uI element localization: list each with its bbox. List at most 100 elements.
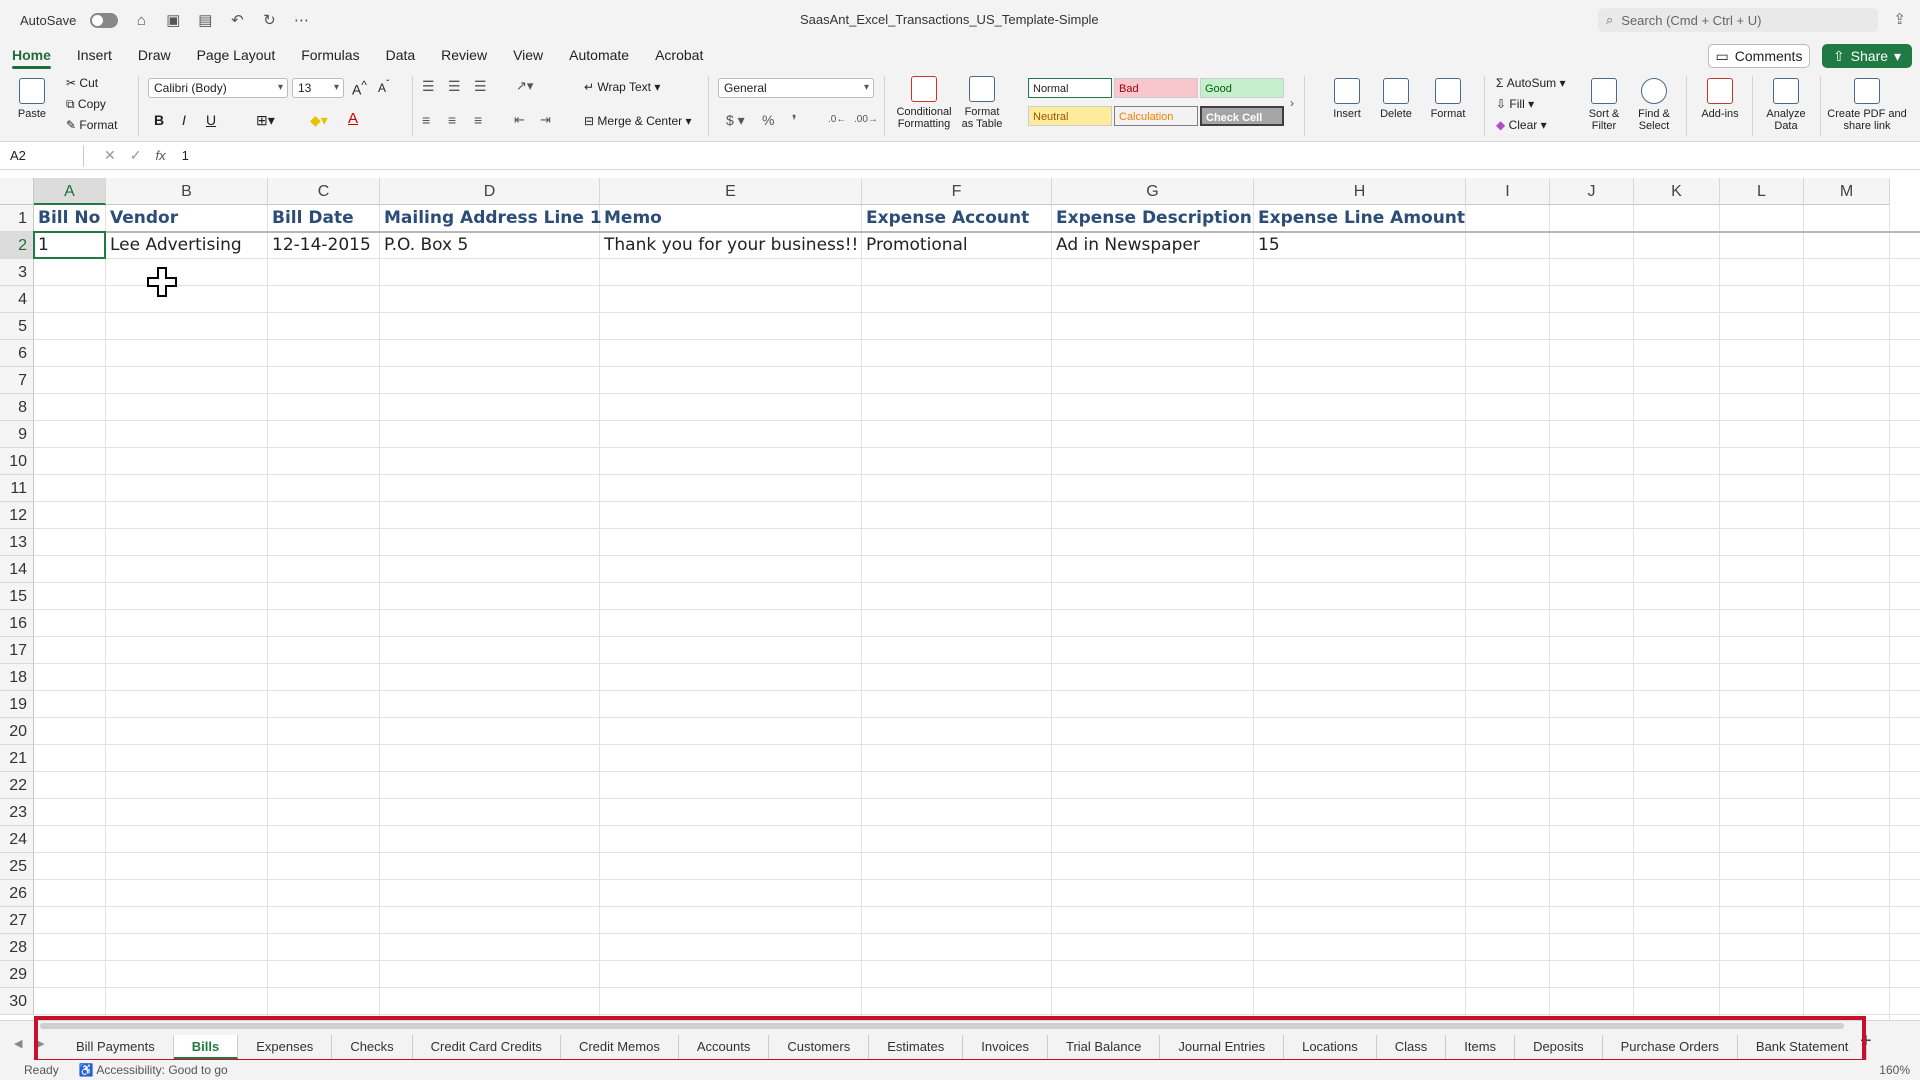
align-top-icon[interactable]: ☰ — [422, 78, 435, 95]
sheet-tab-credit-card-credits[interactable]: Credit Card Credits — [413, 1035, 561, 1059]
bold-button[interactable]: B — [154, 112, 164, 128]
increase-indent-icon[interactable]: ⇥ — [540, 112, 551, 128]
style-bad[interactable]: Bad — [1114, 78, 1198, 98]
column-header-i[interactable]: I — [1466, 178, 1550, 205]
cell-d2[interactable]: P.O. Box 5 — [380, 232, 600, 259]
document-title[interactable]: SaasAnt_Excel_Transactions_US_Template-S… — [800, 12, 1099, 27]
row-header-20[interactable]: 20 — [0, 718, 34, 745]
tab-acrobat[interactable]: Acrobat — [655, 43, 703, 67]
column-header-f[interactable]: F — [862, 178, 1052, 205]
select-all-corner[interactable] — [0, 178, 34, 205]
tab-insert[interactable]: Insert — [77, 43, 112, 67]
header-cell-h1[interactable]: Expense Line Amount — [1254, 205, 1466, 232]
sheet-tab-purchase-orders[interactable]: Purchase Orders — [1603, 1035, 1738, 1059]
borders-icon[interactable]: ⊞▾ — [256, 112, 275, 129]
sheet-tab-deposits[interactable]: Deposits — [1515, 1035, 1603, 1059]
row-header-21[interactable]: 21 — [0, 745, 34, 772]
tab-review[interactable]: Review — [441, 43, 487, 67]
home-icon[interactable]: ⌂ — [132, 12, 150, 29]
format-cells-button[interactable]: Format — [1420, 78, 1476, 120]
increase-decimal-icon[interactable]: .0← — [828, 114, 846, 125]
column-header-b[interactable]: B — [106, 178, 268, 205]
cell-e2[interactable]: Thank you for your business!! — [600, 232, 862, 259]
header-cell-g1[interactable]: Expense Description — [1052, 205, 1254, 232]
align-bottom-icon[interactable]: ☰ — [474, 78, 487, 95]
header-cell-d1[interactable]: Mailing Address Line 1 — [380, 205, 602, 232]
cell-f2[interactable]: Promotional — [862, 232, 1052, 259]
header-cell-e1[interactable]: Memo — [600, 205, 862, 232]
row-header-29[interactable]: 29 — [0, 961, 34, 988]
undo-icon[interactable]: ↶ — [228, 11, 246, 29]
redo-icon[interactable]: ↻ — [260, 11, 278, 29]
sort-filter-button[interactable]: Sort & Filter — [1578, 78, 1630, 132]
autosum-button[interactable]: Σ AutoSum ▾ — [1496, 76, 1565, 90]
header-cell-c1[interactable]: Bill Date — [268, 205, 380, 232]
column-header-k[interactable]: K — [1634, 178, 1720, 205]
search-box[interactable]: ⌕ Search (Cmd + Ctrl + U) — [1598, 8, 1878, 32]
style-check-cell[interactable]: Check Cell — [1200, 106, 1284, 126]
cut-button[interactable]: ✂ Cut — [66, 76, 98, 90]
copy-button[interactable]: ⧉ Copy — [66, 97, 106, 112]
row-header-8[interactable]: 8 — [0, 394, 34, 421]
sheet-tab-bank-statement[interactable]: Bank Statement — [1738, 1035, 1868, 1059]
column-header-a[interactable]: A — [34, 178, 106, 205]
paste-button[interactable]: Paste — [10, 78, 54, 120]
row-header-11[interactable]: 11 — [0, 475, 34, 502]
save-icon[interactable]: ▣ — [164, 11, 182, 29]
row-header-14[interactable]: 14 — [0, 556, 34, 583]
accessibility-status[interactable]: ♿ Accessibility: Good to go — [79, 1063, 228, 1077]
tab-page-layout[interactable]: Page Layout — [197, 43, 276, 67]
tab-automate[interactable]: Automate — [569, 43, 629, 67]
sheet-tab-trial-balance[interactable]: Trial Balance — [1048, 1035, 1161, 1059]
sheet-tab-journal-entries[interactable]: Journal Entries — [1160, 1035, 1285, 1059]
row-header-25[interactable]: 25 — [0, 853, 34, 880]
analyze-data-button[interactable]: Analyze Data — [1758, 78, 1814, 132]
sheet-tab-checks[interactable]: Checks — [332, 1035, 413, 1059]
column-header-e[interactable]: E — [600, 178, 862, 205]
row-header-6[interactable]: 6 — [0, 340, 34, 367]
header-cell-f1[interactable]: Expense Account — [862, 205, 1052, 232]
style-calculation[interactable]: Calculation — [1114, 106, 1198, 126]
header-cell-a1[interactable]: Bill No — [34, 205, 106, 232]
sheet-tab-invoices[interactable]: Invoices — [963, 1035, 1048, 1059]
addins-button[interactable]: Add-ins — [1694, 78, 1746, 120]
share-button[interactable]: ⇧ Share ▾ — [1822, 44, 1912, 68]
row-header-4[interactable]: 4 — [0, 286, 34, 313]
currency-icon[interactable]: $ ▾ — [726, 112, 745, 129]
sheet-tab-class[interactable]: Class — [1377, 1035, 1447, 1059]
shrink-font-icon[interactable]: Aˇ — [378, 79, 389, 95]
format-painter-button[interactable]: ✎ Format — [66, 118, 117, 132]
tab-home[interactable]: Home — [12, 43, 51, 69]
cell-h2[interactable]: 15 — [1254, 232, 1466, 259]
scroll-left-icon[interactable]: ◀ — [14, 1037, 22, 1050]
cell-b2[interactable]: Lee Advertising — [106, 232, 268, 259]
horizontal-scrollbar[interactable] — [40, 1023, 1844, 1029]
zoom-level[interactable]: 160% — [1879, 1063, 1910, 1077]
align-left-icon[interactable]: ≡ — [422, 112, 430, 128]
row-header-17[interactable]: 17 — [0, 637, 34, 664]
cell-g2[interactable]: Ad in Newspaper — [1052, 232, 1254, 259]
fill-color-icon[interactable]: ◆▾ — [310, 112, 328, 129]
column-header-d[interactable]: D — [380, 178, 600, 205]
find-select-button[interactable]: Find & Select — [1628, 78, 1680, 132]
column-header-h[interactable]: H — [1254, 178, 1466, 205]
wrap-text-button[interactable]: ↵ Wrap Text ▾ — [584, 80, 660, 94]
sheet-tab-locations[interactable]: Locations — [1284, 1035, 1377, 1059]
sheet-tab-accounts[interactable]: Accounts — [679, 1035, 770, 1059]
cell-c2[interactable]: 12-14-2015 — [268, 232, 380, 259]
row-header-10[interactable]: 10 — [0, 448, 34, 475]
comma-icon[interactable]: ❜ — [792, 112, 797, 129]
create-pdf-button[interactable]: Create PDF and share link — [1826, 78, 1908, 132]
tab-data[interactable]: Data — [386, 43, 416, 67]
column-header-c[interactable]: C — [268, 178, 380, 205]
underline-button[interactable]: U — [206, 112, 216, 128]
conditional-formatting-button[interactable]: Conditional Formatting — [892, 76, 956, 130]
cancel-icon[interactable]: ✕ — [104, 147, 116, 164]
row-header-27[interactable]: 27 — [0, 907, 34, 934]
row-header-18[interactable]: 18 — [0, 664, 34, 691]
row-header-3[interactable]: 3 — [0, 259, 34, 286]
align-right-icon[interactable]: ≡ — [474, 112, 482, 128]
merge-center-button[interactable]: ⊟ Merge & Center ▾ — [584, 114, 691, 128]
tab-draw[interactable]: Draw — [138, 43, 171, 67]
autosave-toggle[interactable] — [90, 12, 119, 28]
